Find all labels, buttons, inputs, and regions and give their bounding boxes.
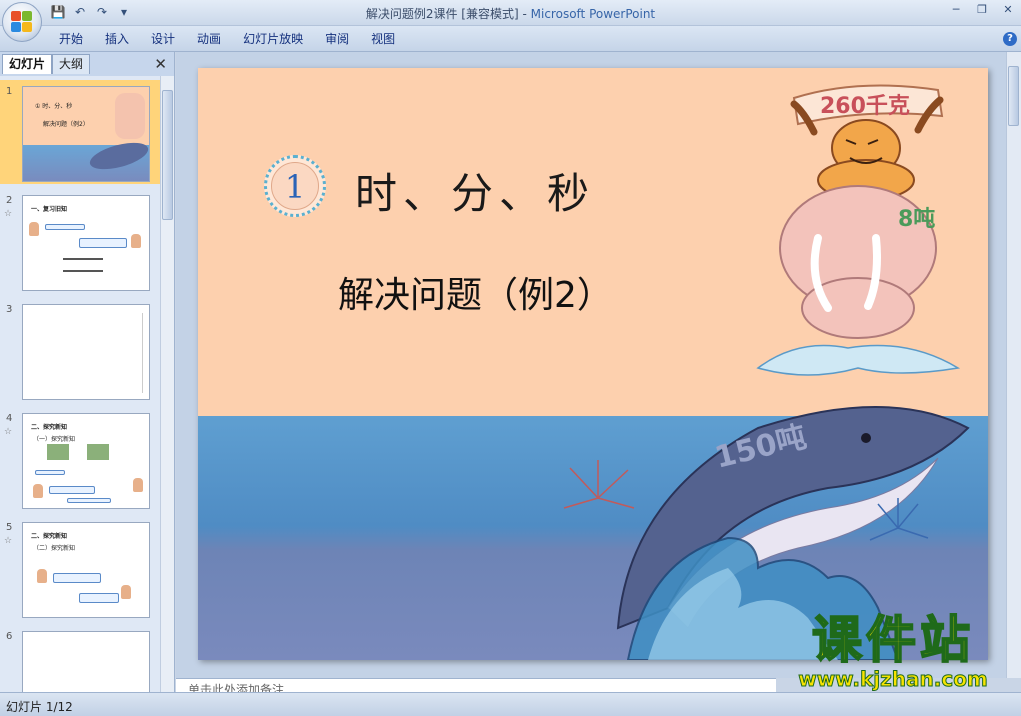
slide-thumbnail-2[interactable]: 2 ☆ 一、复习旧知 (0, 189, 160, 293)
elephant-figure: 8吨 (779, 185, 937, 339)
slide-thumbnail-list: 1 ① 时、分、秒 解决问题（例2） 2 ☆ 一、复习旧知 3 4 ☆ 二、探究… (0, 76, 160, 692)
thumbnail-image: ① 时、分、秒 解决问题（例2） (22, 86, 150, 182)
thumbnail-number: 2 (6, 195, 13, 206)
slide-editor: 1 时、分、秒 解决问题（例2） 260千克 8吨 150吨 (176, 52, 1006, 678)
editor-scrollbar[interactable] (1006, 52, 1021, 678)
animal-illustration: 260千克 8吨 150吨 (563, 84, 970, 660)
elephant-label: 8吨 (898, 207, 935, 232)
tab-home[interactable]: 开始 (48, 31, 94, 47)
thumbnail-number: 3 (6, 304, 13, 315)
minimize-icon[interactable]: ─ (943, 0, 969, 20)
thumbnail-image: 二、探究新知 （一）探究新知 (22, 413, 150, 509)
slide-thumbnail-6[interactable]: 6 (0, 625, 160, 692)
thumbnail-image (22, 631, 150, 692)
thumbnail-number: 1 (6, 86, 13, 97)
thumbnail-person-icon (133, 478, 143, 492)
thumbnail-bubble (49, 486, 95, 494)
thumbnail-person-icon (121, 585, 131, 599)
thumbnail-bubble (53, 573, 101, 583)
animation-star-icon: ☆ (4, 209, 13, 219)
office-button[interactable] (2, 2, 42, 42)
thumbnail-bubble (67, 498, 111, 503)
thumbnail-person-icon (29, 222, 39, 236)
firework-icon (563, 460, 635, 509)
thumbnail-number: 6 (6, 631, 13, 642)
thumbnail-person-icon (33, 484, 43, 498)
ribbon: 开始 插入 设计 动画 幻灯片放映 审阅 视图 ? (0, 26, 1021, 52)
thumbnail-scrollbar[interactable] (160, 76, 174, 692)
slide-thumbnail-4[interactable]: 4 ☆ 二、探究新知 （一）探究新知 (0, 407, 160, 511)
thumbnail-number: 4 (6, 413, 13, 424)
notes-placeholder: 单击此处添加备注 (188, 683, 285, 692)
thumbnail-scrollbar-thumb[interactable] (162, 90, 173, 220)
document-title: 解决问题例2课件 [兼容模式] (365, 7, 519, 21)
thumbnail-title: 二、探究新知 (31, 424, 68, 431)
notes-pane[interactable]: 单击此处添加备注 (176, 678, 776, 692)
thumbnail-subtitle: （一）探究新知 (33, 436, 76, 443)
restore-icon[interactable]: ❐ (969, 0, 995, 20)
window-title: 解决问题例2课件 [兼容模式] - Microsoft PowerPoint (0, 5, 1021, 22)
thumbnail-image (22, 304, 150, 400)
tab-review[interactable]: 审阅 (314, 31, 360, 47)
slides-pane: 幻灯片 大纲 ✕ 1 ① 时、分、秒 解决问题（例2） 2 ☆ 一、复习旧知 3… (0, 52, 175, 692)
thumbnail-title: 二、探究新知 (31, 533, 68, 540)
tab-slide-show[interactable]: 幻灯片放映 (232, 31, 314, 47)
app-name: Microsoft PowerPoint (530, 7, 656, 21)
tab-slides[interactable]: 幻灯片 (2, 54, 53, 74)
thumbnail-title: ① 时、分、秒 (35, 103, 73, 110)
close-pane-icon[interactable]: ✕ (154, 55, 167, 73)
slide-thumbnail-3[interactable]: 3 (0, 298, 160, 402)
title-bar: 💾 ↶ ↷ ▾ 解决问题例2课件 [兼容模式] - Microsoft Powe… (0, 0, 1021, 26)
office-logo-icon (11, 11, 33, 33)
tab-insert[interactable]: 插入 (94, 31, 140, 47)
pane-tabs: 幻灯片 大纲 ✕ (0, 54, 175, 74)
slide-thumbnail-1[interactable]: 1 ① 时、分、秒 解决问题（例2） (0, 80, 160, 184)
tab-view[interactable]: 视图 (360, 31, 406, 47)
thumbnail-bubble (45, 224, 85, 230)
animation-star-icon: ☆ (4, 427, 13, 437)
thumbnail-bubble (79, 593, 119, 603)
watermark-logo: 课件站 (811, 611, 974, 669)
thumbnail-subtitle: （二）探究新知 (33, 545, 76, 552)
tiger-sign: 260千克 (792, 84, 944, 126)
tab-design[interactable]: 设计 (140, 31, 186, 47)
help-icon[interactable]: ? (1003, 32, 1017, 46)
thumbnail-bubble (35, 470, 65, 475)
close-icon[interactable]: ✕ (995, 0, 1021, 20)
ribbon-tabs: 开始 插入 设计 动画 幻灯片放映 审阅 视图 (48, 31, 406, 47)
animation-star-icon: ☆ (4, 536, 13, 546)
thumbnail-subtitle: 解决问题（例2） (43, 121, 89, 128)
tab-animations[interactable]: 动画 (186, 31, 232, 47)
thumbnail-image: 二、探究新知 （二）探究新知 (22, 522, 150, 618)
status-bar: 幻灯片 1/12 (0, 692, 1021, 716)
tiger-sign-label: 260千克 (820, 93, 910, 119)
window-controls: ─ ❐ ✕ (943, 0, 1021, 20)
thumbnail-title: 一、复习旧知 (31, 206, 68, 213)
slide-thumbnail-5[interactable]: 5 ☆ 二、探究新知 （二）探究新知 (0, 516, 160, 620)
watermark-url: www.kjzhan.com (798, 667, 989, 691)
thumbnail-number: 5 (6, 522, 13, 533)
thumbnail-person-icon (131, 234, 141, 248)
thumbnail-bubble (79, 238, 127, 248)
current-slide[interactable]: 1 时、分、秒 解决问题（例2） 260千克 8吨 150吨 (198, 68, 988, 660)
tab-outline[interactable]: 大纲 (52, 54, 91, 74)
slide-counter: 幻灯片 1/12 (6, 700, 73, 714)
editor-scrollbar-thumb[interactable] (1008, 66, 1019, 126)
site-watermark: 课件站 www.kjzhan.com (768, 611, 1018, 692)
thumbnail-image: 一、复习旧知 (22, 195, 150, 291)
thumbnail-person-icon (37, 569, 47, 583)
title-separator: - (518, 7, 531, 21)
